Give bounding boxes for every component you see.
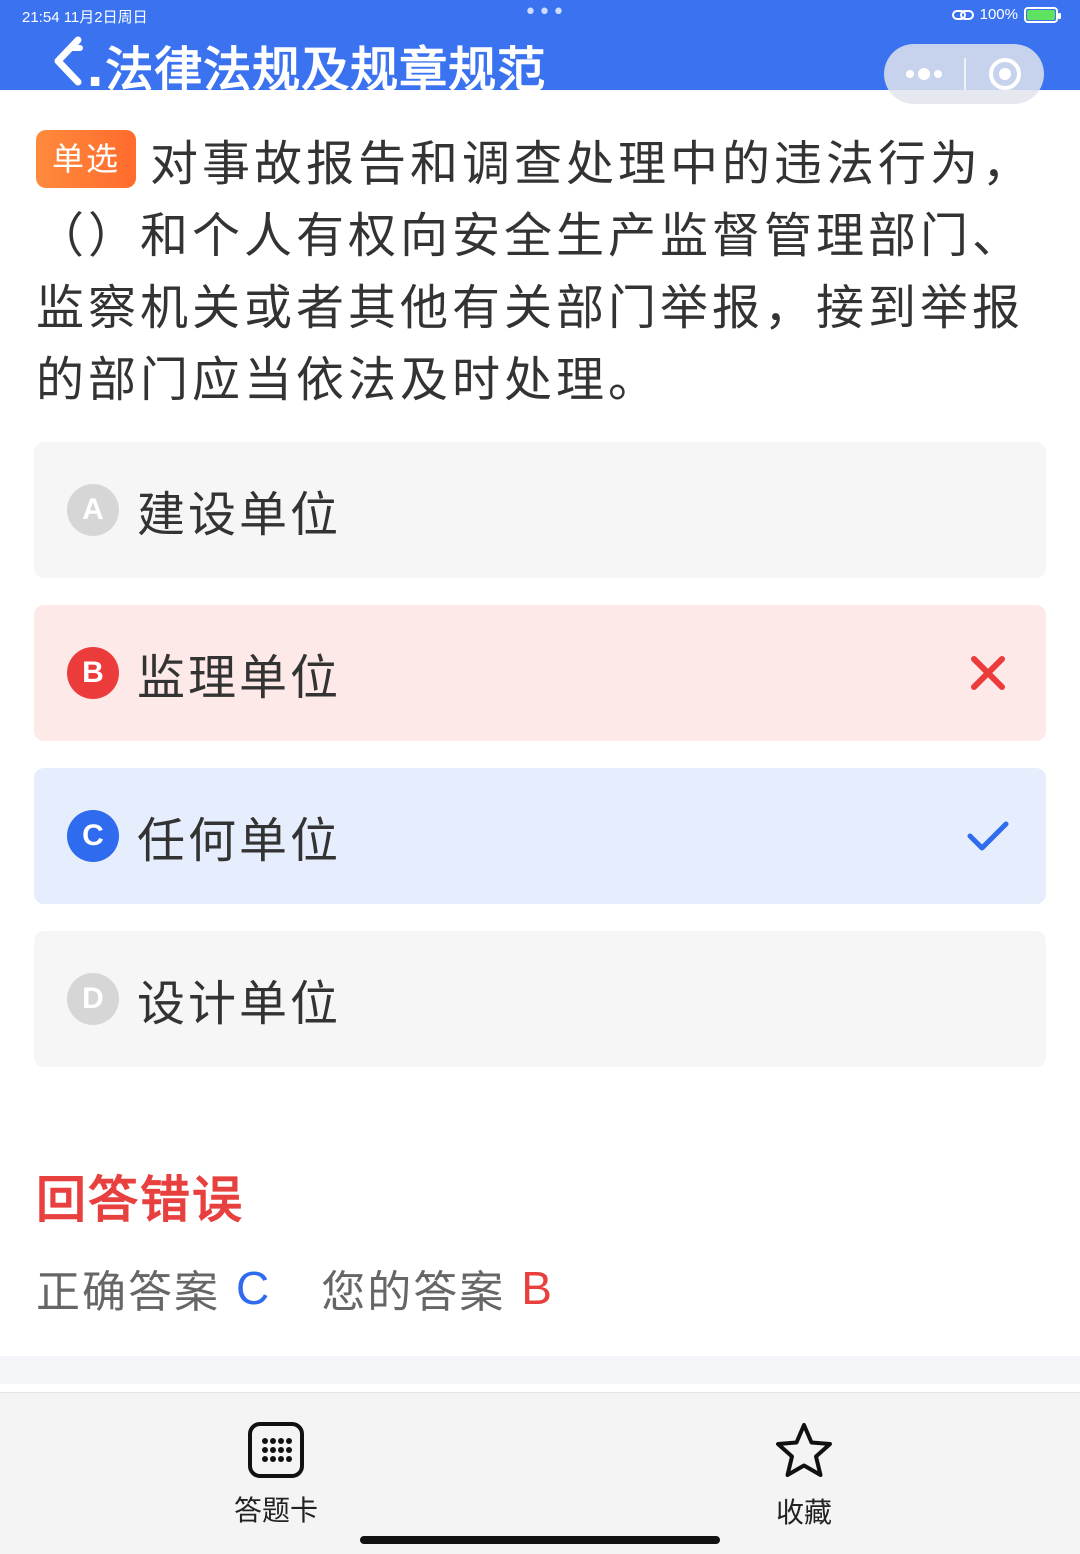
back-icon[interactable]	[48, 34, 88, 88]
your-answer-label: 您的答案	[321, 1267, 506, 1318]
correct-answer-value: C	[236, 1262, 272, 1314]
battery-percent: 100%	[979, 6, 1018, 23]
favorite-button[interactable]: 收藏	[724, 1421, 884, 1531]
option-text: 建设单位	[137, 487, 342, 543]
answer-card-button[interactable]: 答题卡	[196, 1421, 356, 1529]
option-a[interactable]: A 建设单位	[34, 442, 1046, 578]
wrong-mark-icon	[971, 656, 1005, 690]
favorite-label: 收藏	[775, 1496, 832, 1529]
option-text: 任何单位	[137, 813, 342, 869]
option-text: 监理单位	[137, 650, 342, 706]
bottom-bar: 答题卡 收藏	[0, 1392, 1080, 1554]
link-icon	[951, 9, 974, 20]
option-letter: A	[67, 484, 119, 536]
question-text: 对事故报告和调查处理中的违法行为，（）和个人有权向安全生产监督管理部门、监察机关…	[36, 136, 1035, 408]
answer-summary: 正确答案 C 您的答案 B	[36, 1256, 554, 1320]
grid-icon	[248, 1422, 304, 1478]
option-d[interactable]: D 设计单位	[34, 931, 1046, 1067]
more-icon[interactable]	[884, 44, 964, 104]
page-title: .法律法规及规章规范	[86, 42, 547, 98]
correct-check-icon	[967, 821, 1009, 851]
status-dots: •••	[524, 0, 566, 25]
question-type-badge: 单选	[36, 130, 137, 188]
correct-answer-label: 正确答案	[36, 1267, 220, 1318]
home-indicator	[360, 1536, 720, 1544]
option-letter: D	[67, 973, 119, 1025]
mini-program-capsule	[884, 44, 1044, 104]
option-text: 设计单位	[137, 976, 342, 1032]
option-letter: C	[67, 810, 119, 862]
battery-icon	[1024, 6, 1061, 23]
question-stem: 单选 对事故报告和调查处理中的违法行为，（）和个人有权向安全生产监督管理部门、监察…	[36, 128, 1046, 416]
answer-card-label: 答题卡	[233, 1494, 318, 1527]
option-c[interactable]: C 任何单位	[34, 768, 1046, 904]
your-answer-value: B	[521, 1262, 554, 1314]
section-divider	[0, 1356, 1080, 1384]
option-letter: B	[67, 647, 119, 699]
close-circle-icon[interactable]	[966, 44, 1044, 104]
option-b[interactable]: B 监理单位	[34, 605, 1046, 741]
status-time-date: 21:54 11月2日周日	[22, 9, 148, 26]
app-header: 21:54 11月2日周日 ••• 100% .法律法规及规章规范	[0, 0, 1080, 104]
star-icon	[776, 1423, 832, 1477]
result-title: 回答错误	[36, 1171, 244, 1229]
status-right: 100%	[951, 6, 1061, 23]
